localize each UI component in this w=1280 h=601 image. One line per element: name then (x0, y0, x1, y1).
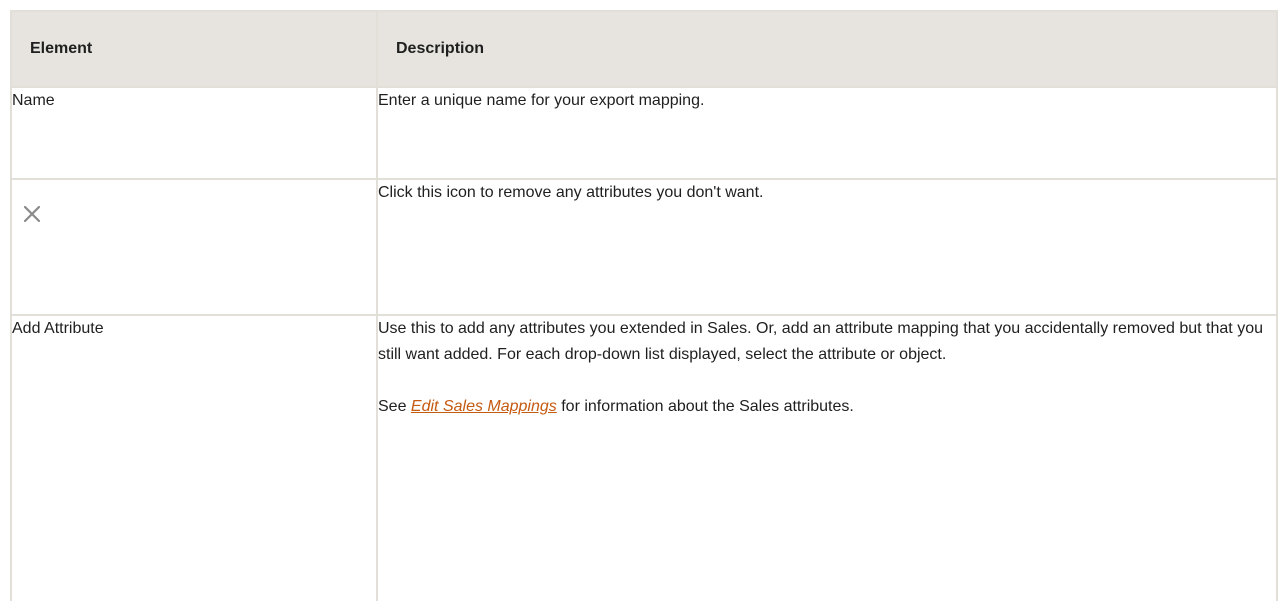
edit-sales-mappings-link[interactable]: Edit Sales Mappings (411, 398, 557, 415)
element-cell: Name (10, 86, 378, 180)
header-description: Description (376, 10, 1278, 88)
table-row: Name Enter a unique name for your export… (10, 86, 1278, 180)
description-text: Enter a unique name for your export mapp… (378, 92, 705, 109)
element-cell: Add Attribute (10, 314, 378, 601)
description-cell: Click this icon to remove any attributes… (376, 178, 1278, 316)
table-row: Add Attribute Use this to add any attrib… (10, 314, 1278, 601)
element-description-table: Element Description Name Enter a unique … (10, 10, 1278, 601)
description-cell: Use this to add any attributes you exten… (376, 314, 1278, 601)
close-icon (23, 205, 41, 223)
header-element: Element (10, 10, 378, 88)
description-text: Click this icon to remove any attributes… (378, 184, 764, 201)
element-cell (10, 178, 378, 316)
description-paragraph-see-also: See Edit Sales Mappings for information … (378, 394, 1276, 420)
see-suffix: for information about the Sales attribut… (556, 398, 854, 415)
table-row: Click this icon to remove any attributes… (10, 178, 1278, 316)
element-name-label: Name (12, 92, 55, 109)
element-add-attribute-label: Add Attribute (12, 320, 104, 337)
description-cell: Enter a unique name for your export mapp… (376, 86, 1278, 180)
table-header-row: Element Description (10, 10, 1278, 88)
see-prefix: See (378, 398, 411, 415)
description-paragraph: Use this to add any attributes you exten… (378, 320, 1263, 363)
